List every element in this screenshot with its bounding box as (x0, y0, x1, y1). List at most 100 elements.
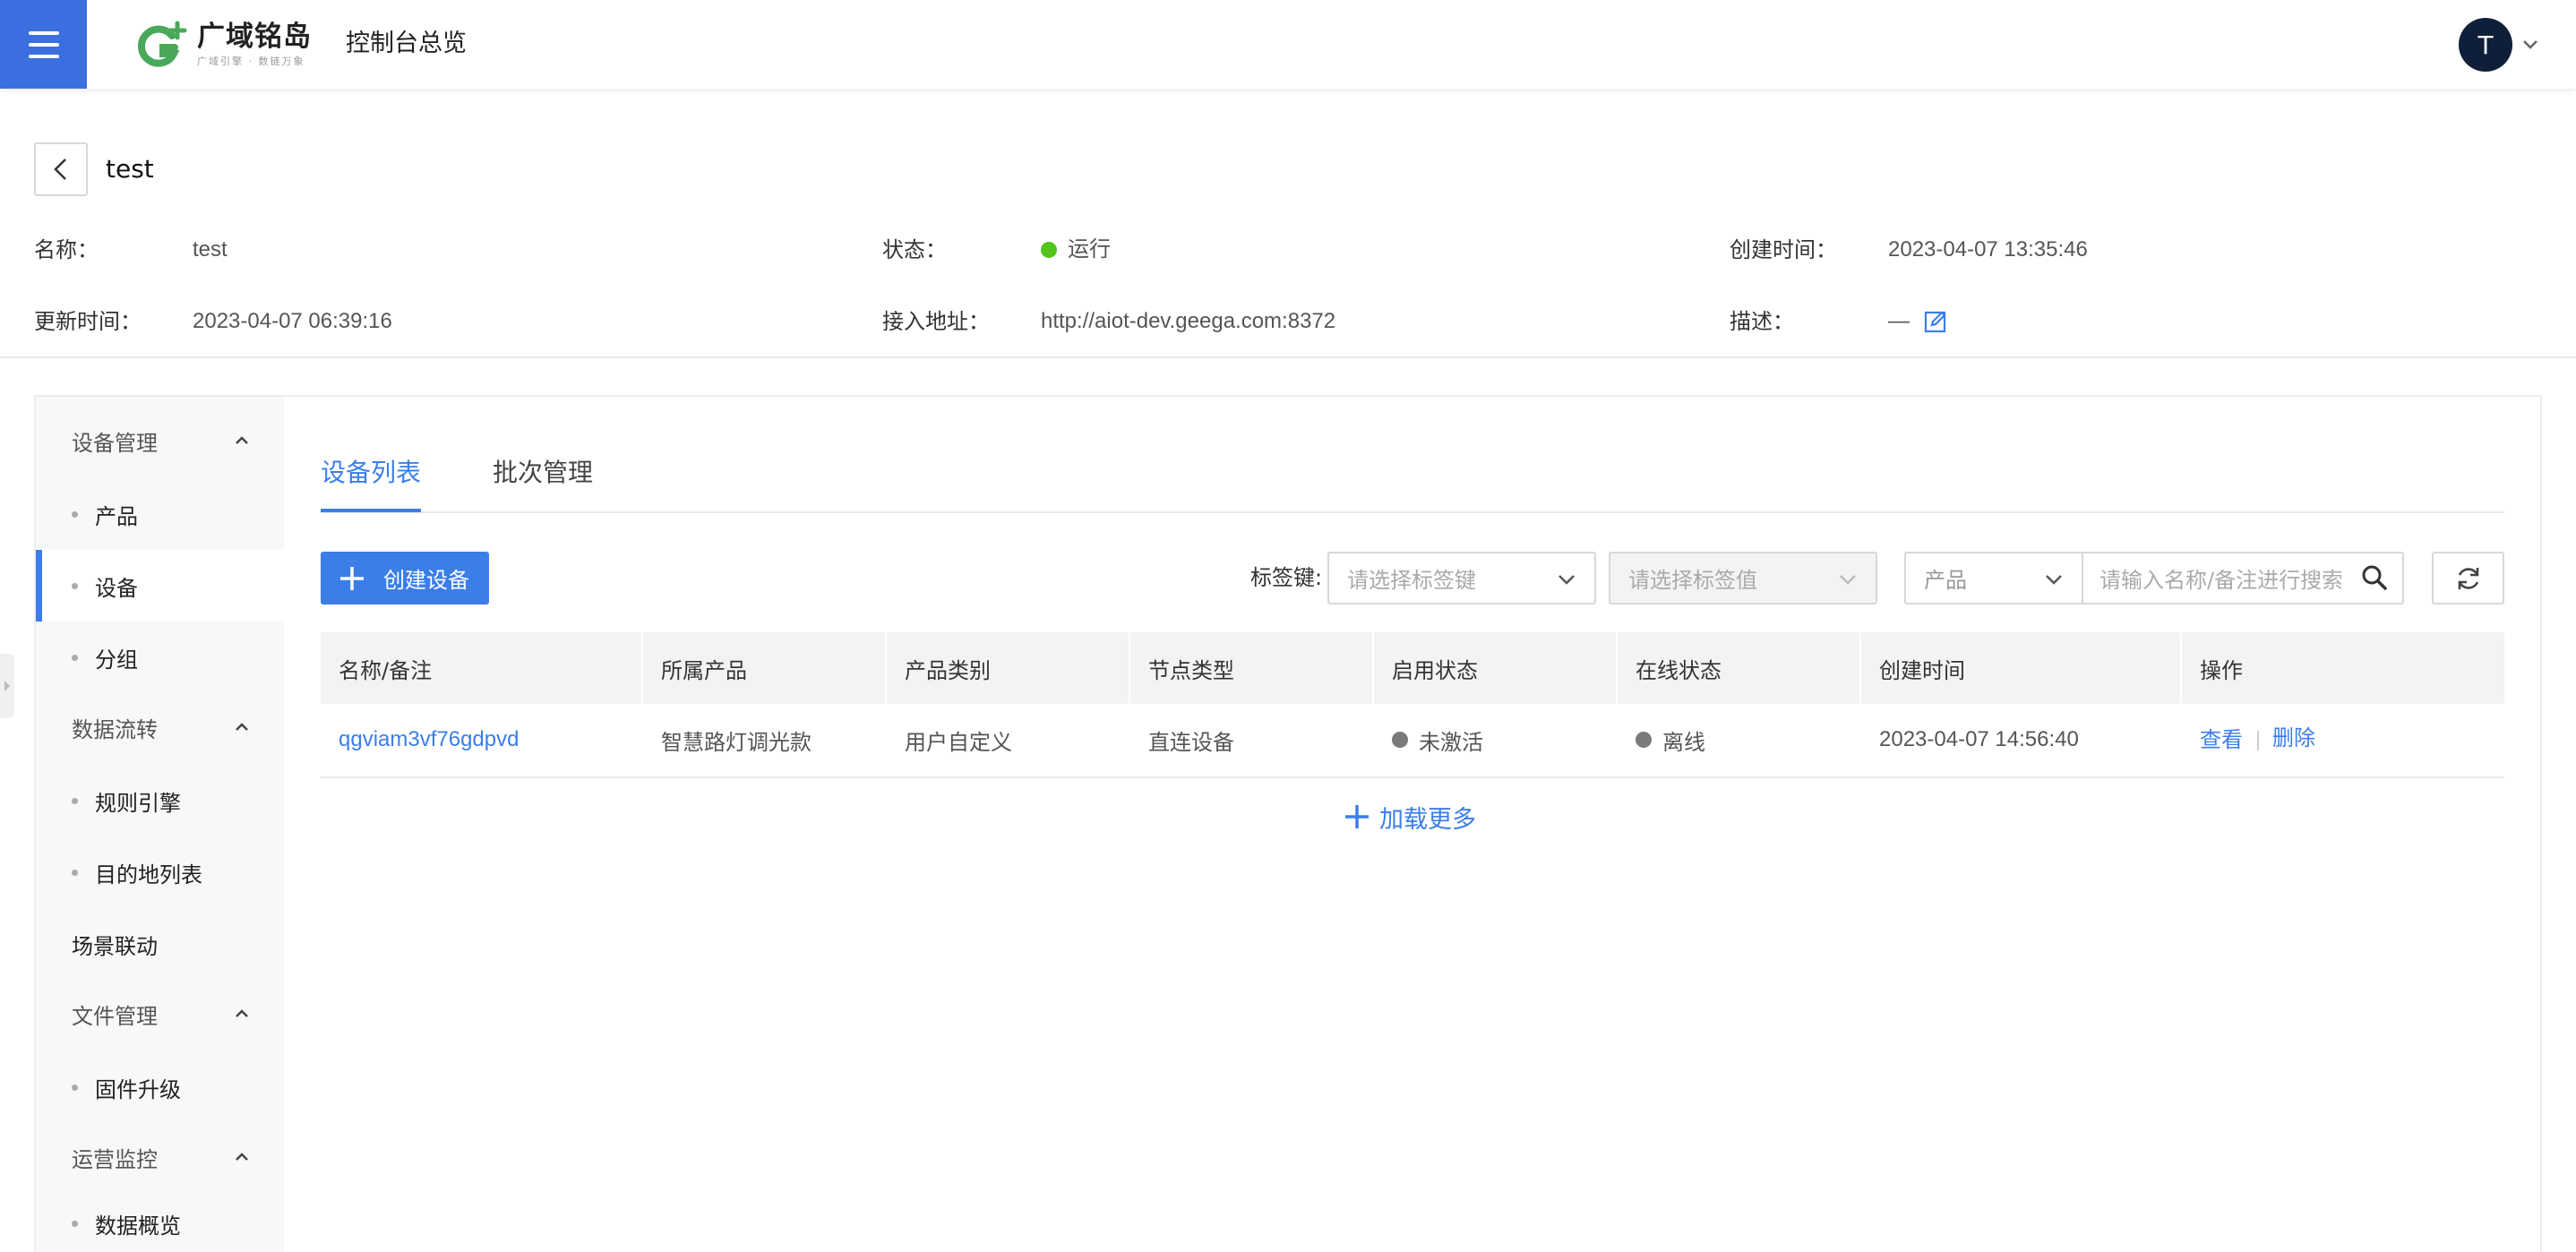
sidebar-collapse-handle[interactable] (0, 654, 14, 718)
back-button[interactable] (34, 142, 88, 196)
column-header-actions: 操作 (2200, 657, 2243, 683)
tab-active-indicator (321, 509, 421, 512)
sidebar-group-ops-monitoring[interactable]: 运营监控 (36, 1130, 284, 1184)
column-header-node-type: 节点类型 (1148, 657, 1234, 683)
chevron-down-icon[interactable] (2520, 34, 2540, 54)
brand-logo[interactable]: 广域铭岛 广域引擎 · 数链万象 (133, 20, 312, 70)
name-label: 名称： (34, 237, 99, 262)
sidebar-item-scene-linkage[interactable]: 场景联动 (36, 917, 284, 971)
delete-link[interactable]: 删除 (2272, 724, 2315, 752)
bullet-dot (72, 870, 78, 876)
sidebar-item-device[interactable]: 设备 (36, 550, 284, 622)
row-divider (321, 776, 2504, 778)
created-time-value: 2023-04-07 13:35:46 (1888, 237, 2088, 262)
page-title: test (106, 154, 154, 184)
column-header-created-time: 创建时间 (1879, 657, 1965, 683)
menu-icon-line (28, 30, 59, 35)
refresh-button[interactable] (2432, 552, 2504, 605)
bullet-dot (72, 511, 78, 518)
sidebar-item-product[interactable]: 产品 (36, 478, 284, 550)
cell-node-type: 直连设备 (1148, 729, 1234, 755)
cell-enable-status: 未激活 (1374, 704, 1483, 776)
search-placeholder: 请输入名称/备注进行搜索 (2099, 568, 2341, 593)
chevron-up-icon (236, 1009, 248, 1017)
cell-product: 智慧路灯调光款 (661, 729, 811, 755)
tag-key-label: 标签键: (1250, 565, 1323, 590)
sidebar-item-label: 目的地列表 (95, 862, 202, 888)
bullet-dot (72, 655, 78, 661)
sidebar-item-group[interactable]: 分组 (36, 622, 284, 693)
column-header-enable-status: 启用状态 (1392, 657, 1478, 683)
logo-icon (138, 21, 187, 67)
console-title[interactable]: 控制台总览 (346, 29, 467, 59)
sidebar-item-label: 数据概览 (95, 1213, 181, 1239)
status-label: 状态： (882, 237, 947, 262)
created-time-label: 创建时间： (1730, 237, 1837, 262)
device-name-link[interactable]: qgviam3vf76gdpvd (321, 704, 519, 776)
description-value: — (1888, 309, 1910, 333)
tab-divider (321, 511, 2504, 513)
enable-status-text: 未激活 (1419, 729, 1483, 755)
plus-icon (340, 567, 364, 590)
menu-icon-line (28, 42, 59, 47)
cell-category: 用户自定义 (905, 729, 1012, 755)
chevron-up-icon (236, 1153, 248, 1161)
sidebar-item-label: 产品 (95, 503, 138, 529)
tab-batch-management[interactable]: 批次管理 (493, 455, 593, 491)
caret-right-icon (4, 681, 10, 691)
sidebar-group-file-management[interactable]: 文件管理 (36, 987, 284, 1041)
tag-value-placeholder: 请选择标签值 (1628, 568, 1757, 593)
tab-device-list[interactable]: 设备列表 (321, 455, 421, 491)
user-avatar[interactable]: T (2459, 18, 2512, 72)
status-running-dot (1041, 242, 1057, 258)
plus-icon (1345, 805, 1369, 828)
column-header-product: 所属产品 (661, 657, 747, 683)
sidebar-group-label: 运营监控 (72, 1146, 158, 1172)
status-value: 运行 (1068, 237, 1111, 262)
bullet-dot (72, 583, 78, 589)
load-more-button[interactable]: 加载更多 (1344, 799, 1476, 835)
tag-key-select[interactable]: 请选择标签键 (1327, 552, 1596, 605)
chevron-up-icon (236, 436, 248, 444)
refresh-icon (2458, 567, 2478, 589)
top-bar: 广域铭岛 广域引擎 · 数链万象 控制台总览 T (0, 0, 2576, 89)
content-panel (34, 395, 2542, 1252)
bullet-dot (72, 1085, 78, 1091)
sidebar-group-label: 文件管理 (72, 1003, 158, 1029)
sidebar-item-label: 固件升级 (95, 1076, 181, 1102)
hamburger-menu-button[interactable] (0, 0, 87, 89)
bullet-dot (72, 1221, 78, 1227)
product-filter-label: 产品 (1924, 568, 1967, 593)
column-header-name: 名称/备注 (339, 657, 433, 683)
tag-value-select[interactable]: 请选择标签值 (1609, 552, 1877, 605)
cell-online-status: 离线 (1618, 704, 1705, 776)
chevron-left-icon (54, 159, 66, 180)
status-offline-dot (1636, 732, 1652, 748)
brand-name: 广域铭岛 (197, 21, 312, 53)
sidebar-group-data-flow[interactable]: 数据流转 (36, 700, 284, 754)
sidebar-item-firmware-upgrade[interactable]: 固件升级 (36, 1051, 284, 1123)
sidebar-item-destinations[interactable]: 目的地列表 (36, 836, 284, 908)
chevron-down-icon (2046, 575, 2062, 585)
sidebar-item-rules-engine[interactable]: 规则引擎 (36, 765, 284, 836)
brand-subtitle: 广域引擎 · 数链万象 (197, 56, 305, 67)
updated-time-label: 更新时间： (34, 309, 142, 334)
column-header-category: 产品类别 (905, 657, 991, 683)
edit-icon[interactable] (1923, 309, 1948, 334)
search-icon[interactable] (2361, 564, 2388, 591)
view-link[interactable]: 查看 (2200, 725, 2243, 754)
chevron-down-icon (1840, 575, 1856, 585)
sidebar-group-device-management[interactable]: 设备管理 (36, 414, 284, 467)
sidebar-group-label: 设备管理 (72, 430, 158, 456)
online-status-text: 离线 (1662, 729, 1705, 755)
updated-time-value: 2023-04-07 06:39:16 (193, 309, 392, 333)
product-filter-select[interactable]: 产品 (1904, 552, 2083, 605)
sidebar-item-data-overview[interactable]: 数据概览 (36, 1195, 284, 1252)
endpoint-label: 接入地址： (882, 309, 990, 334)
create-device-button[interactable]: 创建设备 (321, 552, 489, 605)
tag-key-placeholder: 请选择标签键 (1347, 568, 1476, 593)
column-header-online-status: 在线状态 (1636, 657, 1722, 683)
search-input[interactable]: 请输入名称/备注进行搜索 (2082, 552, 2404, 605)
load-more-label: 加载更多 (1379, 805, 1476, 834)
chevron-up-icon (236, 723, 248, 731)
